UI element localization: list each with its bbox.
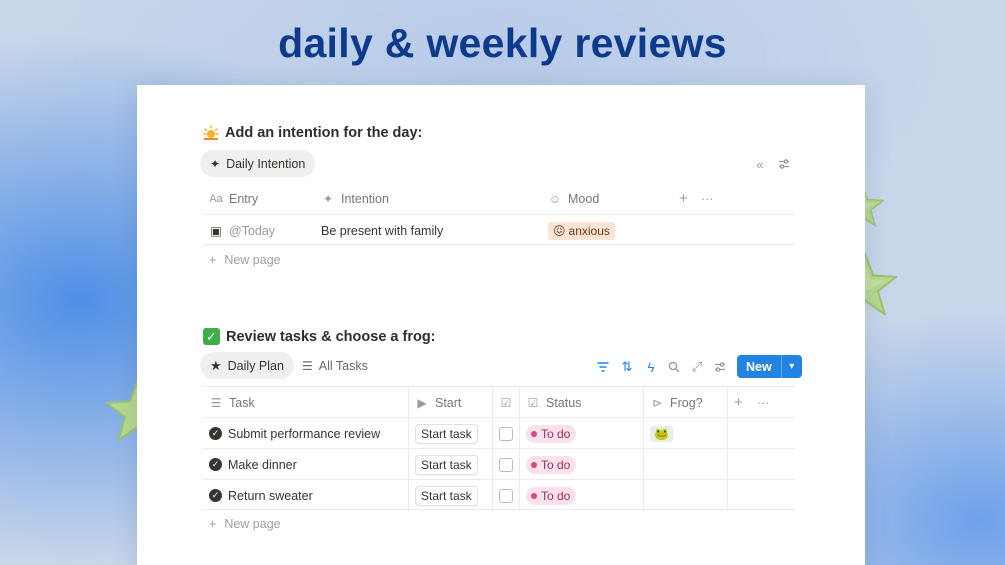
frog-cell[interactable]: 🐸 — [643, 418, 727, 449]
start-task-button[interactable]: Start task — [415, 423, 478, 444]
column-header-start[interactable]: ▶ Start — [408, 387, 492, 418]
status-badge: To do — [526, 424, 577, 443]
table-row[interactable]: ✓ Return sweater Start task To do — [203, 479, 795, 511]
column-header-frog[interactable]: ⊳ Frog? — [643, 387, 727, 418]
tasks-new-page-button[interactable]: + New page — [209, 517, 281, 531]
status-cell[interactable]: To do — [519, 449, 643, 480]
column-header-mood[interactable]: ☺ Mood — [542, 183, 662, 214]
more-options-icon[interactable]: ··· — [751, 387, 777, 418]
status-cell[interactable]: To do — [519, 480, 643, 511]
start-cell: Start task — [408, 449, 492, 480]
status-badge: To do — [526, 455, 577, 474]
sort-icon[interactable]: ⇅ — [618, 358, 636, 376]
plus-icon: + — [209, 517, 217, 531]
intention-cell[interactable]: Be present with family — [315, 215, 542, 246]
star-icon: ★ — [210, 357, 222, 373]
done-checkbox[interactable] — [499, 488, 513, 503]
start-task-button[interactable]: Start task — [415, 454, 478, 475]
filter-icon[interactable] — [594, 358, 612, 376]
checkbox-cell — [492, 480, 519, 511]
search-icon[interactable] — [665, 358, 683, 376]
column-header-intention[interactable]: ✦ Intention — [315, 183, 542, 214]
table-row[interactable]: ✓ Submit performance review Start task T… — [203, 417, 795, 449]
settings-sliders-icon[interactable] — [775, 155, 793, 173]
start-cell: Start task — [408, 418, 492, 449]
task-check-icon: ✓ — [209, 489, 222, 502]
play-icon: ▶ — [417, 395, 427, 410]
column-header-status[interactable]: ☑ Status — [519, 387, 643, 418]
check-mark-emoji-icon: ✓ — [203, 328, 220, 345]
sparkle-icon: ✦ — [210, 156, 221, 171]
frog-cell[interactable] — [643, 449, 727, 480]
add-property-icon[interactable]: + — [673, 183, 697, 214]
new-button-label: New — [746, 359, 772, 374]
text-icon: Aa — [209, 192, 223, 205]
mood-tag: 😖 anxious — [548, 221, 615, 240]
sun-emoji-icon — [203, 125, 219, 141]
entry-cell[interactable]: ▣ @Today — [203, 215, 315, 246]
sparkle-icon: ✦ — [322, 191, 334, 206]
smiley-icon: ☺ — [548, 191, 562, 206]
done-checkbox[interactable] — [499, 426, 513, 441]
collapse-icon[interactable]: « — [751, 155, 769, 173]
intention-table: Aa Entry ✦ Intention ☺ Mood + ··· ▣ @Tod… — [203, 183, 795, 283]
new-button[interactable]: New ▾ — [737, 355, 802, 378]
settings-sliders-icon[interactable] — [711, 358, 729, 376]
task-cell[interactable]: ✓ Return sweater — [203, 480, 408, 511]
tab-all-tasks[interactable]: ☰ All Tasks — [292, 352, 378, 379]
tab-label: Daily Intention — [226, 156, 306, 171]
add-property-icon[interactable]: + — [727, 387, 753, 418]
table-header-row: ☰ Task ▶ Start ☑ ☑ Status ⊳ Frog? + ··· — [203, 386, 795, 418]
mood-cell[interactable]: 😖 anxious — [542, 215, 795, 246]
checkbox-cell — [492, 418, 519, 449]
tasks-table: ☰ Task ▶ Start ☑ ☑ Status ⊳ Frog? + ··· — [203, 386, 795, 516]
table-header-row: Aa Entry ✦ Intention ☺ Mood + ··· — [203, 183, 795, 214]
status-cell[interactable]: To do — [519, 418, 643, 449]
checklist-icon: ☰ — [302, 358, 313, 373]
intention-section-title: Add an intention for the day: — [203, 125, 422, 141]
empty-cell — [727, 449, 795, 480]
tab-daily-intention[interactable]: ✦ Daily Intention — [200, 150, 316, 177]
formula-icon: ⊳ — [651, 395, 663, 410]
column-header-task[interactable]: ☰ Task — [203, 387, 408, 418]
frog-cell[interactable] — [643, 480, 727, 511]
table-row[interactable]: ▣ @Today Be present with family 😖 anxiou… — [203, 214, 795, 245]
chevron-down-icon[interactable]: ▾ — [780, 355, 802, 378]
task-check-icon: ✓ — [209, 458, 222, 471]
notion-page-card: Add an intention for the day: ✦ Daily In… — [137, 85, 865, 565]
more-options-icon[interactable]: ··· — [695, 183, 719, 214]
intention-new-page-button[interactable]: + New page — [209, 253, 281, 267]
intention-section-label: Add an intention for the day: — [225, 125, 423, 141]
lightning-icon[interactable]: ϟ — [642, 358, 660, 376]
checkbox-cell — [492, 449, 519, 480]
empty-cell — [727, 418, 795, 449]
status-badge: To do — [526, 486, 577, 505]
plus-icon: + — [209, 253, 217, 267]
status-icon: ☑ — [527, 395, 539, 410]
task-cell[interactable]: ✓ Submit performance review — [203, 418, 408, 449]
expand-icon[interactable]: ⤢ — [688, 358, 706, 376]
start-cell: Start task — [408, 480, 492, 511]
empty-cell — [727, 480, 795, 511]
column-header-checkbox[interactable]: ☑ — [492, 387, 519, 418]
start-task-button[interactable]: Start task — [415, 485, 478, 506]
column-header-entry[interactable]: Aa Entry — [203, 183, 315, 214]
anxious-face-icon: 😖 — [553, 223, 566, 238]
table-row[interactable]: ✓ Make dinner Start task To do — [203, 448, 795, 480]
task-check-icon: ✓ — [209, 427, 222, 440]
calendar-icon: ▣ — [210, 223, 222, 238]
done-checkbox[interactable] — [499, 457, 513, 472]
hero-title: daily & weekly reviews — [278, 20, 727, 66]
task-cell[interactable]: ✓ Make dinner — [203, 449, 408, 480]
checklist-icon: ☰ — [210, 395, 222, 410]
checkbox-icon: ☑ — [500, 395, 512, 410]
tasks-section-title: ✓ Review tasks & choose a frog: — [203, 328, 436, 345]
tab-daily-plan[interactable]: ★ Daily Plan — [200, 352, 294, 379]
frog-icon: 🐸 — [650, 425, 673, 442]
